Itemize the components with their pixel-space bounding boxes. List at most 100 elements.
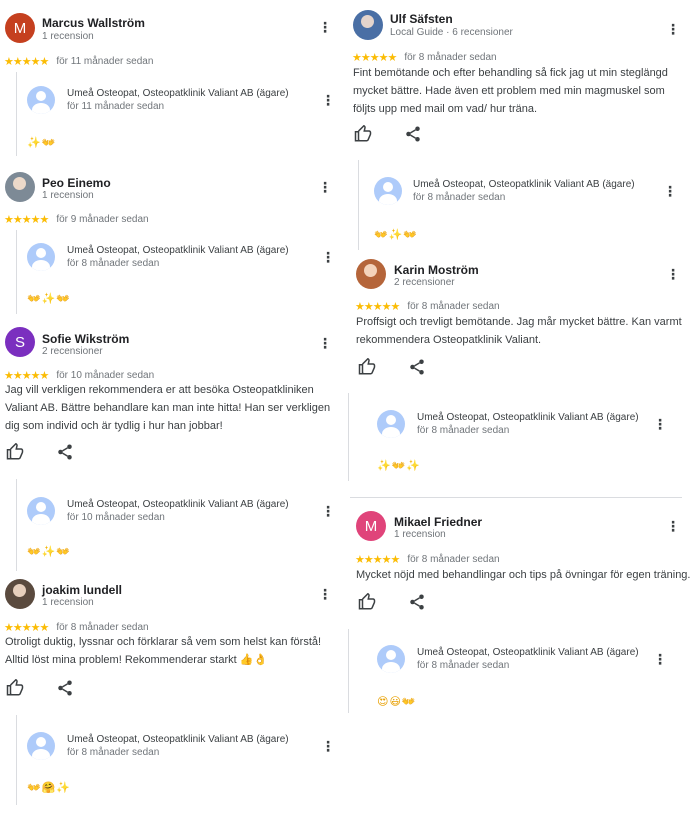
review-text: Jag vill verkligen rekommendera er att b…	[5, 384, 331, 432]
avatar[interactable]: M	[356, 511, 386, 541]
rating-row: ★★★★★ för 11 månader sedan	[4, 55, 153, 68]
star-rating: ★★★★★	[4, 214, 49, 226]
more-options-icon[interactable]: ⋮	[318, 587, 332, 601]
review-date: för 10 månader sedan	[56, 370, 155, 381]
reviewer-name[interactable]: joakim lundell	[42, 583, 122, 597]
avatar[interactable]: S	[5, 327, 35, 357]
share-icon[interactable]	[408, 358, 426, 376]
reply-date: för 8 månader sedan	[417, 660, 510, 671]
more-options-icon[interactable]: ⋮	[653, 651, 667, 668]
thumbs-up-icon[interactable]	[358, 593, 376, 611]
review-actions	[354, 125, 422, 143]
reviewer-meta: 2 recensioner	[394, 277, 455, 288]
more-options-icon[interactable]: ⋮	[318, 180, 332, 194]
thumbs-up-icon[interactable]	[6, 443, 24, 461]
owner-reply: Umeå Osteopat, Osteopatklinik Valiant AB…	[16, 479, 335, 571]
reviewer-name[interactable]: Ulf Säfsten	[390, 12, 453, 26]
reply-date: för 8 månader sedan	[417, 425, 510, 436]
owner-name: Umeå Osteopat, Osteopatklinik Valiant AB…	[67, 734, 289, 745]
reviewer-name[interactable]: Marcus Wallström	[42, 16, 145, 30]
reviewer-name[interactable]: Karin Moström	[394, 263, 479, 277]
thumbs-up-icon[interactable]	[6, 679, 24, 697]
rating-row: ★★★★★ för 9 månader sedan	[4, 213, 149, 226]
reviewer-name[interactable]: Peo Einemo	[42, 176, 111, 190]
reply-emoji: 😍😃👐	[377, 696, 417, 708]
review-text: Mycket nöjd med behandlingar och tips på…	[356, 569, 691, 581]
reviewer-meta: 1 recension	[42, 31, 94, 42]
thumbs-up-icon[interactable]	[354, 125, 372, 143]
more-options-icon[interactable]: ⋮	[318, 336, 332, 350]
star-rating: ★★★★★	[355, 301, 400, 313]
owner-reply: Umeå Osteopat, Osteopatklinik Valiant AB…	[348, 393, 667, 481]
review-text: Proffsigt och trevligt bemötande. Jag må…	[356, 316, 682, 346]
owner-avatar	[377, 410, 405, 438]
avatar[interactable]	[5, 172, 35, 202]
owner-avatar	[27, 243, 55, 271]
more-options-icon[interactable]: ⋮	[321, 503, 335, 520]
more-options-icon[interactable]: ⋮	[653, 416, 667, 433]
rating-row: ★★★★★ för 8 månader sedan	[355, 300, 500, 313]
share-icon[interactable]	[56, 443, 74, 461]
review-actions	[358, 358, 426, 376]
owner-name: Umeå Osteopat, Osteopatklinik Valiant AB…	[413, 179, 635, 190]
owner-avatar	[27, 497, 55, 525]
review-date: för 8 månader sedan	[56, 622, 149, 633]
reviewer-meta: 1 recension	[42, 597, 94, 608]
review-text: Otroligt duktig, lyssnar och förklarar s…	[5, 636, 322, 666]
review-date: för 11 månader sedan	[56, 56, 154, 67]
owner-reply: Umeå Osteopat, Osteopatklinik Valiant AB…	[348, 629, 667, 713]
share-icon[interactable]	[408, 593, 426, 611]
reply-emoji: 👐✨👐	[27, 293, 72, 305]
owner-name: Umeå Osteopat, Osteopatklinik Valiant AB…	[417, 647, 639, 658]
reviewer-meta: 1 recension	[42, 190, 94, 201]
reviewer-name[interactable]: Sofie Wikström	[42, 332, 129, 346]
review-date: för 8 månader sedan	[407, 554, 500, 565]
review-text: Fint bemötande och efter behandling så f…	[353, 67, 668, 115]
review-date: för 8 månader sedan	[407, 301, 500, 312]
avatar[interactable]	[5, 579, 35, 609]
reply-emoji: 👐🤗✨	[27, 782, 72, 794]
owner-reply: Umeå Osteopat, Osteopatklinik Valiant AB…	[16, 72, 335, 156]
reply-date: för 8 månader sedan	[67, 747, 160, 758]
owner-avatar	[374, 177, 402, 205]
more-options-icon[interactable]: ⋮	[666, 267, 680, 281]
owner-reply: Umeå Osteopat, Osteopatklinik Valiant AB…	[16, 230, 335, 314]
more-options-icon[interactable]: ⋮	[666, 22, 680, 36]
review-actions	[358, 593, 426, 611]
owner-avatar	[377, 645, 405, 673]
reply-emoji: ✨👐	[27, 137, 57, 149]
section-divider	[350, 497, 682, 498]
owner-name: Umeå Osteopat, Osteopatklinik Valiant AB…	[417, 412, 639, 423]
reply-emoji: 👐✨👐	[27, 546, 72, 558]
owner-avatar	[27, 732, 55, 760]
owner-avatar	[27, 86, 55, 114]
avatar[interactable]	[356, 259, 386, 289]
reviewer-meta: 1 recension	[394, 529, 446, 540]
owner-name: Umeå Osteopat, Osteopatklinik Valiant AB…	[67, 245, 289, 256]
share-icon[interactable]	[56, 679, 74, 697]
more-options-icon[interactable]: ⋮	[321, 92, 335, 109]
share-icon[interactable]	[404, 125, 422, 143]
owner-name: Umeå Osteopat, Osteopatklinik Valiant AB…	[67, 499, 289, 510]
reply-emoji: ✨👐✨	[377, 460, 422, 472]
reply-date: för 11 månader sedan	[67, 101, 165, 112]
owner-reply: Umeå Osteopat, Osteopatklinik Valiant AB…	[358, 160, 677, 250]
more-options-icon[interactable]: ⋮	[666, 519, 680, 533]
reply-date: för 10 månader sedan	[67, 512, 165, 523]
owner-name: Umeå Osteopat, Osteopatklinik Valiant AB…	[67, 88, 289, 99]
reviewer-name[interactable]: Mikael Friedner	[394, 515, 482, 529]
more-options-icon[interactable]: ⋮	[663, 183, 677, 200]
review-date: för 8 månader sedan	[404, 52, 497, 63]
avatar[interactable]	[353, 10, 383, 40]
reply-date: för 8 månader sedan	[67, 258, 160, 269]
avatar[interactable]: M	[5, 13, 35, 43]
review-actions	[6, 679, 74, 697]
thumbs-up-icon[interactable]	[358, 358, 376, 376]
more-options-icon[interactable]: ⋮	[321, 738, 335, 755]
star-rating: ★★★★★	[355, 554, 400, 566]
more-options-icon[interactable]: ⋮	[318, 20, 332, 34]
star-rating: ★★★★★	[352, 52, 397, 64]
rating-row: ★★★★★ för 8 månader sedan	[352, 51, 497, 64]
reply-date: för 8 månader sedan	[413, 192, 506, 203]
more-options-icon[interactable]: ⋮	[321, 249, 335, 266]
